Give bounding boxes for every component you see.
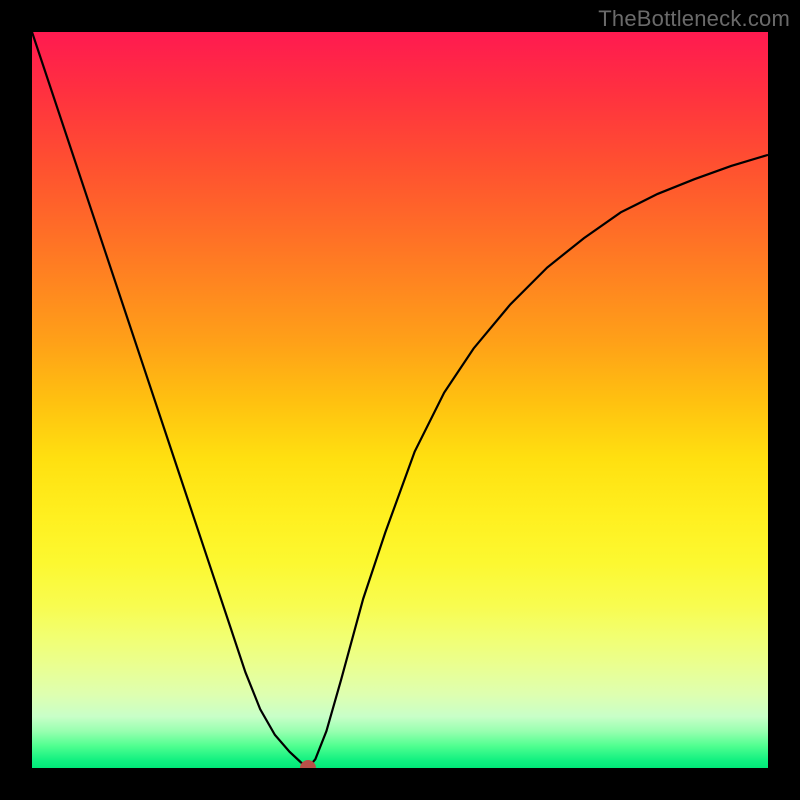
curve-svg [32, 32, 768, 768]
chart-container: TheBottleneck.com [0, 0, 800, 800]
watermark-label: TheBottleneck.com [598, 6, 790, 32]
bottleneck-curve [32, 32, 768, 768]
plot-area [32, 32, 768, 768]
